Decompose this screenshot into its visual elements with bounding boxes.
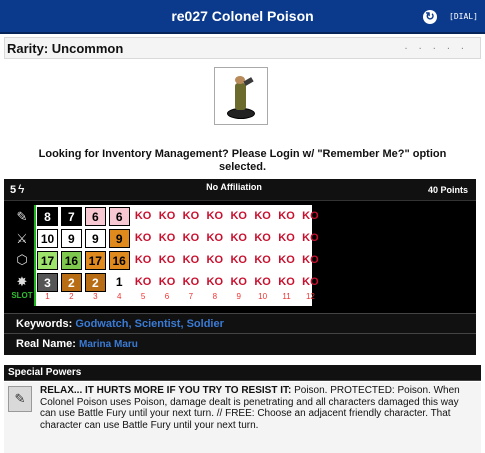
ko-cell: KO bbox=[254, 254, 271, 266]
ko-cell: KO bbox=[134, 232, 152, 244]
dial-cell: 9 bbox=[60, 229, 82, 248]
slot-number: 10 bbox=[258, 292, 268, 301]
speed-icon: ✎ bbox=[16, 209, 28, 224]
slot-number: 11 bbox=[282, 292, 291, 301]
rating-dots[interactable]: . . . . . bbox=[404, 40, 468, 52]
slot-number: 9 bbox=[236, 292, 241, 301]
dial-cell: 17 bbox=[37, 251, 58, 270]
power-name: RELAX... IT HURTS MORE IF YOU TRY TO RES… bbox=[40, 385, 292, 396]
page-title: re027 Colonel Poison bbox=[171, 8, 314, 24]
slot-number: 2 bbox=[69, 292, 74, 301]
attack-icon: ⚔ bbox=[16, 230, 28, 246]
ko-cell: KO bbox=[134, 254, 152, 266]
ko-cell: KO bbox=[158, 232, 176, 244]
ko-cell: KO bbox=[134, 210, 152, 222]
dial-cell: 2 bbox=[60, 273, 82, 292]
dial-cell: 9 bbox=[108, 229, 130, 248]
ko-cell: KO bbox=[134, 276, 152, 288]
ko-cell: KO bbox=[206, 254, 224, 266]
affiliation-label: No Affiliation bbox=[206, 182, 262, 192]
slot-number: 3 bbox=[93, 292, 98, 301]
real-name-link[interactable]: Marina Maru bbox=[79, 339, 138, 350]
points-label: 40 Points bbox=[427, 185, 468, 195]
dial-cell: 6 bbox=[108, 207, 130, 226]
login-message: Looking for Inventory Management? Please… bbox=[38, 148, 447, 173]
ko-cell: KO bbox=[254, 210, 271, 222]
stat-icons: ✎ ⚔ ⬡ ✸ bbox=[10, 206, 34, 292]
ko-cell: KO bbox=[230, 276, 247, 288]
special-powers-label: Special Powers bbox=[8, 367, 82, 378]
power-text: RELAX... IT HURTS MORE IF YOU TRY TO RES… bbox=[40, 385, 470, 431]
dial-cell: 7 bbox=[60, 207, 82, 226]
ko-cell: KO bbox=[182, 254, 200, 266]
slot-number: 4 bbox=[116, 292, 122, 301]
real-name-label: Real Name: bbox=[16, 338, 76, 350]
ko-cell: KO bbox=[278, 210, 295, 222]
slot-number: 6 bbox=[164, 292, 170, 301]
ko-cell: KO bbox=[302, 276, 319, 288]
ko-cell: KO bbox=[278, 232, 295, 244]
ko-cell: KO bbox=[182, 276, 200, 288]
figure-image[interactable] bbox=[214, 67, 268, 125]
starting-line bbox=[34, 205, 36, 306]
dial-cell: 16 bbox=[60, 251, 82, 270]
dial-cell: 8 bbox=[37, 207, 58, 226]
refresh-icon[interactable]: ↻ bbox=[423, 10, 437, 24]
slot-number: 7 bbox=[188, 292, 194, 301]
ko-cell: KO bbox=[254, 276, 271, 288]
keyword-link[interactable]: Scientist bbox=[135, 318, 181, 330]
figure-body bbox=[235, 83, 246, 110]
ko-cell: KO bbox=[206, 232, 224, 244]
ko-cell: KO bbox=[206, 276, 224, 288]
title-bar: re027 Colonel Poison ↻ [DIAL] bbox=[0, 0, 485, 34]
speed-value: 5 bbox=[10, 184, 17, 196]
ko-cell: KO bbox=[302, 210, 319, 222]
dial-cell: 3 bbox=[37, 273, 58, 292]
damage-icon: ✸ bbox=[16, 273, 28, 289]
special-powers-header: Special Powers bbox=[4, 365, 481, 381]
rarity-bar: Rarity: Uncommon . . . . . bbox=[4, 37, 481, 59]
power-entry: ✎ RELAX... IT HURTS MORE IF YOU TRY TO R… bbox=[4, 382, 481, 453]
slot-number: 1 bbox=[45, 292, 50, 301]
dial-cell: 16 bbox=[108, 251, 130, 270]
ko-cell: KO bbox=[230, 254, 247, 266]
lightning-icon: ϟ bbox=[18, 182, 25, 196]
ko-cell: KO bbox=[230, 232, 247, 244]
defense-icon: ⬡ bbox=[16, 252, 28, 267]
dial-link[interactable]: [DIAL] bbox=[449, 12, 478, 21]
ko-cell: KO bbox=[158, 210, 176, 222]
dial-cell: 10 bbox=[37, 229, 58, 248]
ko-cell: KO bbox=[182, 232, 200, 244]
dial-cell: 1 bbox=[108, 273, 130, 292]
keywords-row: Keywords: Godwatch, Scientist, Soldier bbox=[4, 313, 476, 333]
ko-cell: KO bbox=[254, 232, 271, 244]
dial-cell: 6 bbox=[84, 207, 106, 226]
ko-cell: KO bbox=[158, 276, 176, 288]
ko-cell: KO bbox=[302, 254, 319, 266]
combat-dial: 8 7 6 6 KO KO KO KO KO KO KO KO 10 9 9 9 KO KO KO KO KO KO KO K… bbox=[34, 205, 319, 306]
rarity-label: Rarity: Uncommon bbox=[7, 41, 124, 56]
slot-number: 12 bbox=[305, 292, 315, 301]
slot-number: 5 bbox=[140, 292, 146, 301]
speed-power-icon: ✎ bbox=[8, 386, 32, 412]
ko-cell: KO bbox=[302, 232, 319, 244]
ko-cell: KO bbox=[278, 276, 295, 288]
ko-cell: KO bbox=[278, 254, 295, 266]
keyword-link[interactable]: Godwatch bbox=[75, 318, 128, 330]
slot-number: 8 bbox=[212, 292, 218, 301]
ko-cell: KO bbox=[182, 210, 200, 222]
dial-cell: 9 bbox=[84, 229, 106, 248]
dial-cell: 2 bbox=[84, 273, 106, 292]
card-header: 5 ϟ No Affiliation 40 Points bbox=[4, 179, 476, 201]
ko-cell: KO bbox=[230, 210, 247, 222]
keywords-label: Keywords: bbox=[16, 318, 73, 330]
dial-cell: 17 bbox=[84, 251, 106, 270]
ko-cell: KO bbox=[206, 210, 224, 222]
ko-cell: KO bbox=[158, 254, 176, 266]
real-name-row: Real Name: Marina Maru bbox=[4, 333, 476, 355]
slot-label: SLOT bbox=[11, 291, 33, 300]
keyword-link[interactable]: Soldier bbox=[187, 318, 224, 330]
